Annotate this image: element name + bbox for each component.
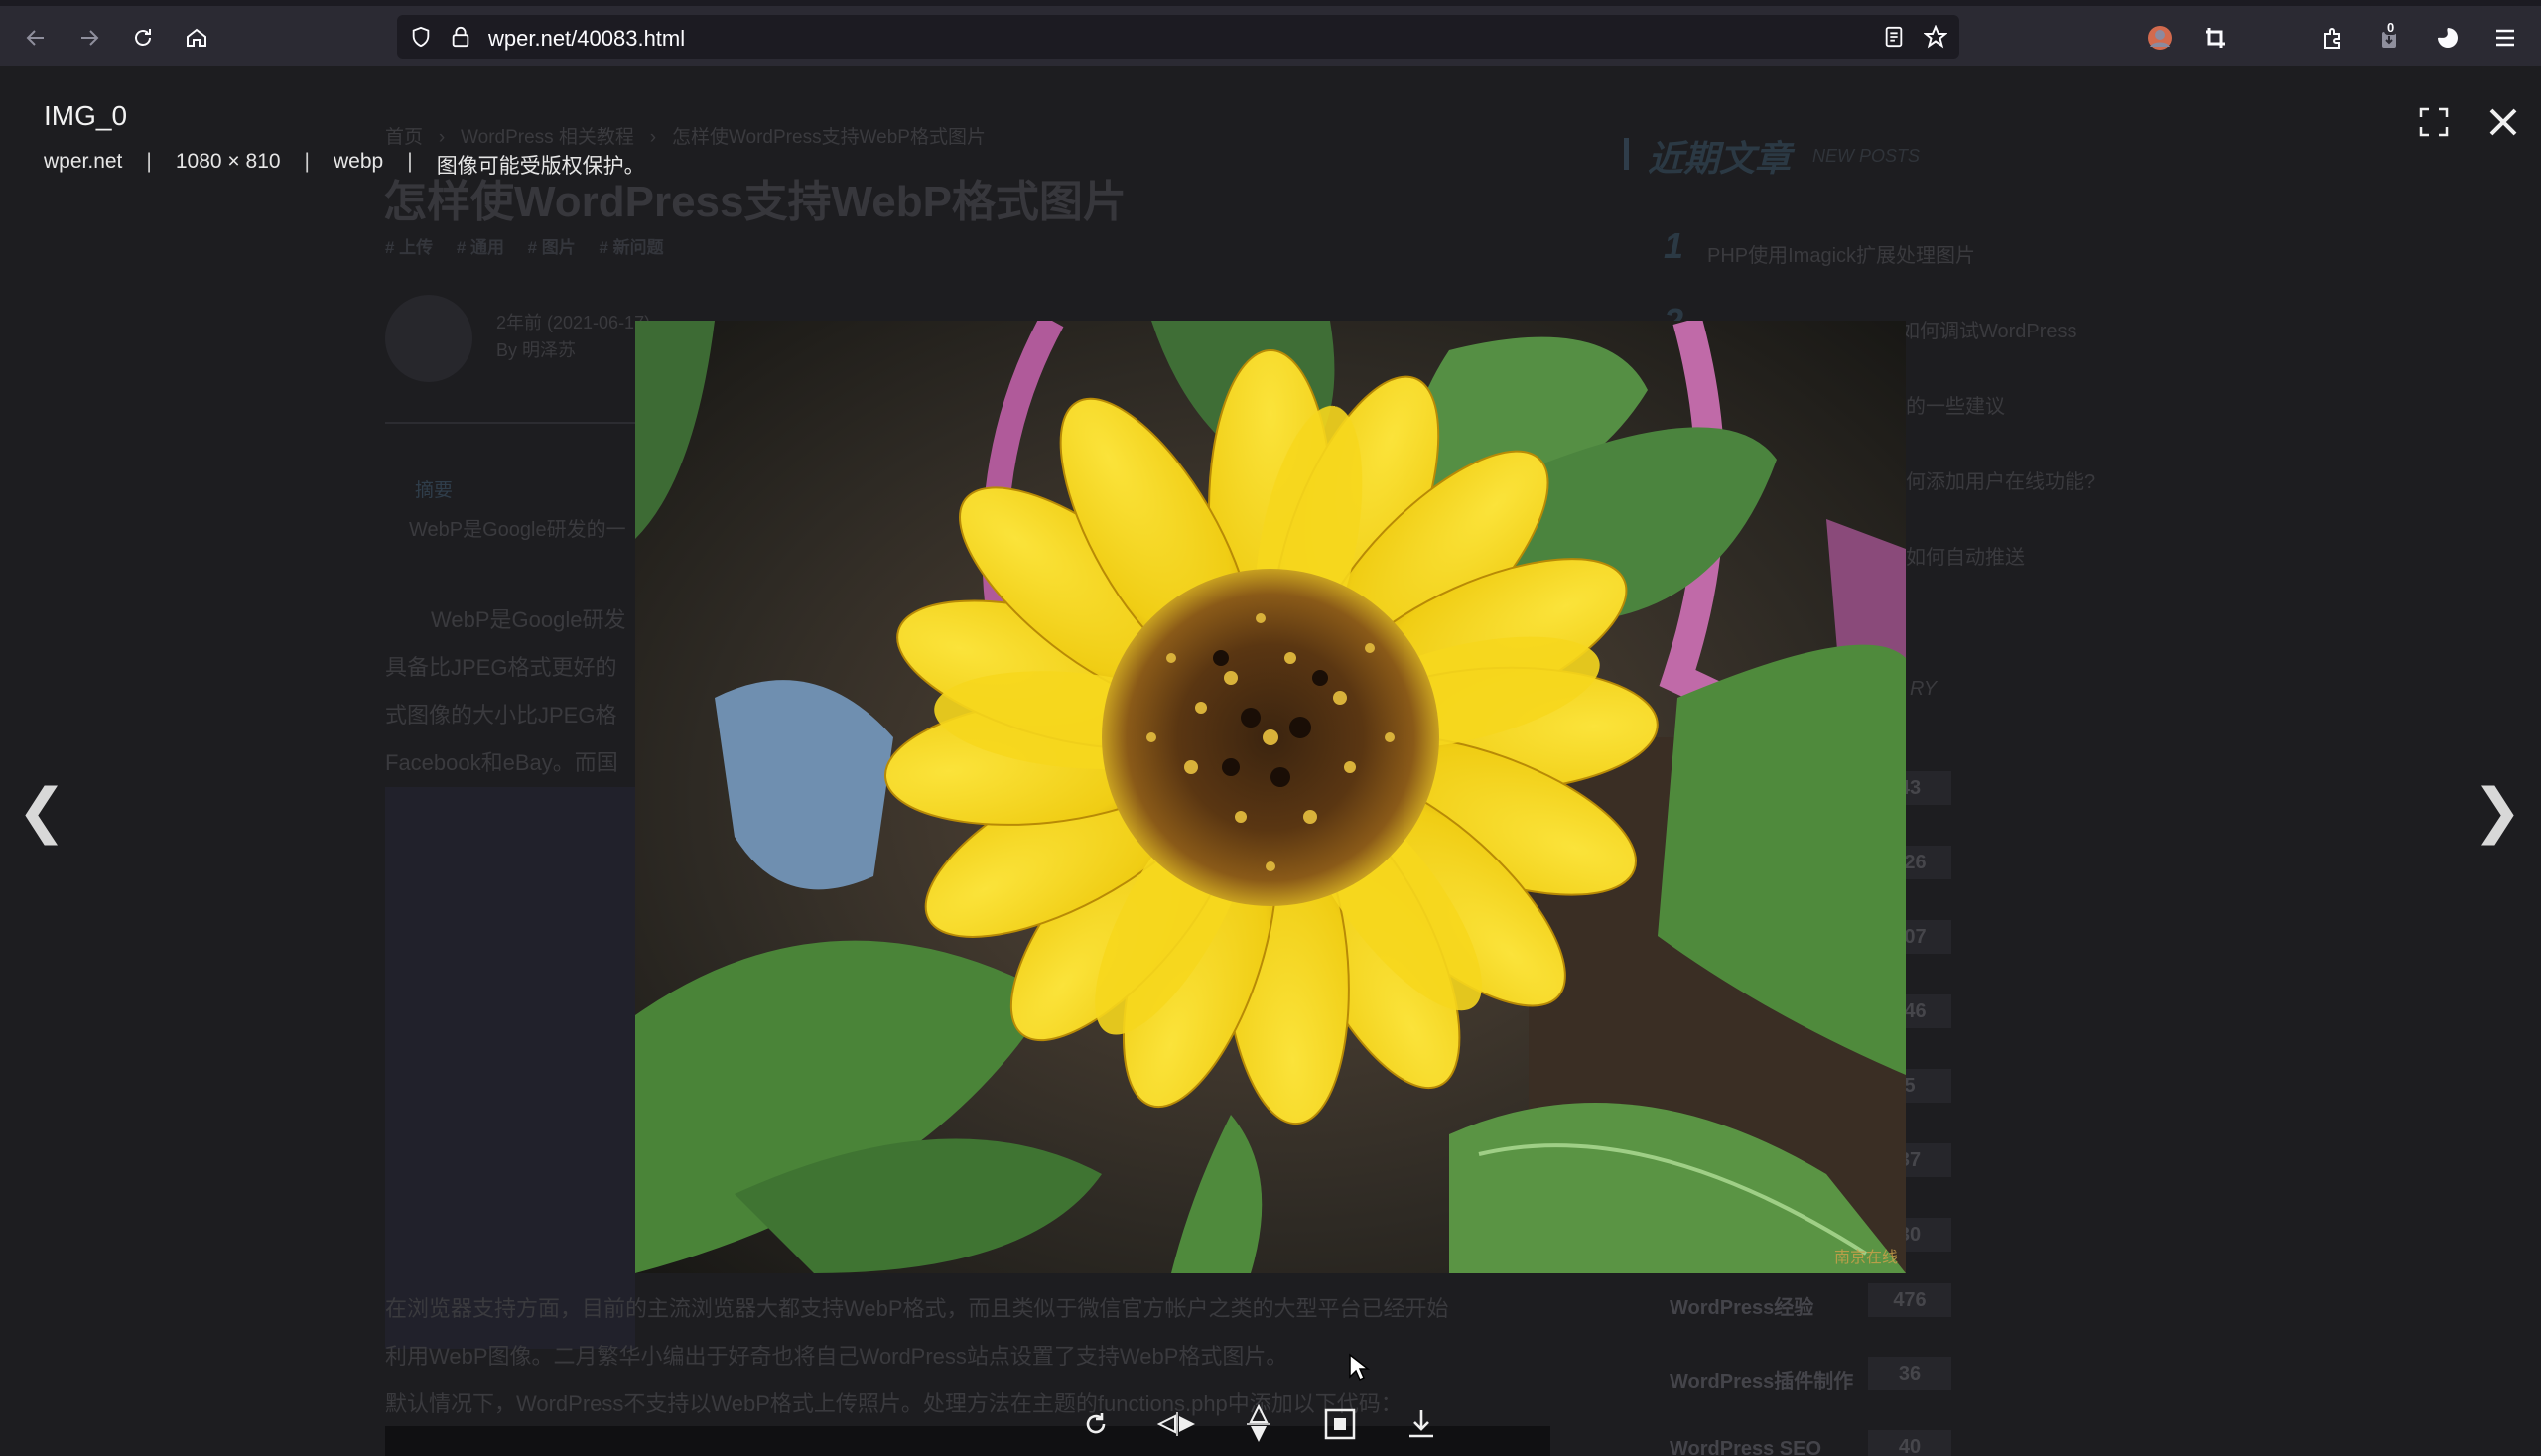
flip-vertical-button[interactable] xyxy=(1235,1400,1282,1448)
download-icon xyxy=(1409,1410,1433,1438)
fullscreen-button[interactable] xyxy=(2414,102,2454,142)
previous-image-button[interactable]: ❮ xyxy=(12,761,71,860)
download-button[interactable] xyxy=(1398,1400,1445,1448)
fullscreen-icon xyxy=(2419,107,2449,137)
home-button[interactable] xyxy=(177,18,216,58)
forward-arrow-icon xyxy=(81,30,99,46)
mouse-cursor-icon xyxy=(1349,1353,1370,1382)
chevron-right-icon: ❯ xyxy=(2472,777,2523,844)
chevron-left-icon: ❮ xyxy=(16,777,67,844)
image-source[interactable]: wper.net xyxy=(44,150,122,180)
menu-icon[interactable] xyxy=(2487,20,2523,56)
home-icon xyxy=(187,28,206,47)
forward-button[interactable] xyxy=(69,18,109,58)
account-icon[interactable] xyxy=(2430,20,2466,56)
copyright-note: 图像可能受版权保护。 xyxy=(436,155,645,178)
url-text[interactable]: wper.net/40083.html xyxy=(488,26,685,52)
image-format: webp xyxy=(334,150,384,173)
close-button[interactable] xyxy=(2483,102,2523,142)
close-icon xyxy=(2489,108,2517,136)
shield-icon[interactable] xyxy=(407,23,435,51)
flip-horizontal-icon xyxy=(1156,1412,1195,1436)
lightbox-title: IMG_0 xyxy=(44,100,128,131)
star-icon[interactable] xyxy=(1922,23,1949,51)
sunflower-photo xyxy=(635,321,1906,1273)
lock-icon[interactable] xyxy=(447,23,474,51)
extension-badge: 0 xyxy=(2384,20,2398,35)
image-lightbox: IMG_0 wper.net | 1080 × 810 | webp | 图像可… xyxy=(0,66,2541,1456)
back-button[interactable] xyxy=(16,18,56,58)
image-toolbar xyxy=(1072,1394,1469,1454)
flip-horizontal-button[interactable] xyxy=(1153,1400,1201,1448)
lightbox-image[interactable]: 南京在线 xyxy=(635,321,1906,1273)
reload-icon xyxy=(135,29,151,46)
reader-view-icon[interactable] xyxy=(1880,23,1908,51)
rotate-button[interactable] xyxy=(1072,1400,1120,1448)
reload-button[interactable] xyxy=(123,18,163,58)
actual-size-button[interactable] xyxy=(1316,1400,1364,1448)
back-arrow-icon xyxy=(26,30,44,46)
browser-toolbar: wper.net/40083.html 0 xyxy=(0,0,2541,66)
crop-icon[interactable] xyxy=(2198,20,2233,56)
flip-vertical-icon xyxy=(1247,1403,1270,1442)
image-dimensions: 1080 × 810 xyxy=(175,150,281,173)
next-image-button[interactable]: ❯ xyxy=(2468,761,2527,860)
actual-size-icon xyxy=(1324,1408,1356,1440)
image-watermark: 南京在线 xyxy=(1833,1250,1898,1266)
lightbox-meta: wper.net | 1080 × 810 | webp | 图像可能受版权保护… xyxy=(44,150,645,180)
extension-avatar-icon[interactable] xyxy=(2142,20,2178,56)
url-bar[interactable]: wper.net/40083.html xyxy=(397,15,1959,59)
extensions-icon[interactable] xyxy=(2315,20,2350,56)
rotate-icon xyxy=(1086,1413,1106,1434)
